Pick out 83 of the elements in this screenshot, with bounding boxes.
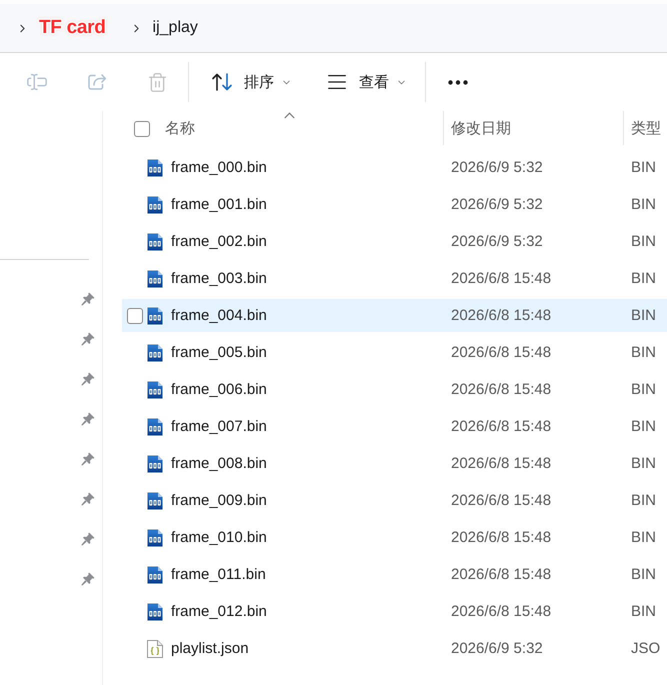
file-name: frame_005.bin [171,344,267,361]
file-type: BIN [630,159,656,176]
file-type: BIN [630,529,656,546]
file-row[interactable]: frame_009.bin 2026/6/8 15:48 BIN [122,484,667,517]
braces-document-icon [147,640,163,658]
file-name: frame_006.bin [171,381,267,398]
file-type: BIN [630,566,656,583]
view-button[interactable]: 查看 [315,62,418,102]
modified-date: 2026/6/8 15:48 [450,529,552,546]
modified-date: 2026/6/9 5:32 [450,159,544,176]
file-type: BIN [630,455,656,472]
file-row[interactable]: frame_005.bin 2026/6/8 15:48 BIN [122,336,667,369]
file-type: BIN [630,344,656,361]
document-icon [147,566,163,584]
file-name: frame_010.bin [171,529,267,546]
file-name: frame_008.bin [171,455,267,472]
file-type: BIN [630,233,656,250]
text-cursor-icon [26,71,48,93]
file-name: playlist.json [171,640,249,657]
document-icon [147,492,163,510]
file-type: BIN [630,196,656,213]
file-row[interactable]: frame_001.bin 2026/6/9 5:32 BIN [122,188,667,221]
modified-date: 2026/6/8 15:48 [450,492,552,509]
file-name: frame_007.bin [171,418,267,435]
ellipsis-icon [448,80,468,84]
file-row[interactable]: frame_000.bin 2026/6/9 5:32 BIN [122,151,667,184]
modified-date: 2026/6/8 15:48 [450,381,552,398]
document-icon [147,528,163,546]
modified-date: 2026/6/8 15:48 [450,270,552,287]
column-header[interactable]: 类型 [623,111,667,145]
modified-date: 2026/6/8 15:48 [450,418,552,435]
document-icon [147,454,163,472]
file-name: frame_000.bin [171,159,267,176]
file-name: frame_009.bin [171,492,267,509]
modified-date: 2026/6/8 15:48 [450,603,552,620]
file-name: frame_001.bin [171,196,267,213]
modified-date: 2026/6/8 15:48 [450,307,552,324]
file-type: BIN [630,307,656,324]
file-type: BIN [630,492,656,509]
select-all-checkbox[interactable] [134,120,150,136]
file-row[interactable]: playlist.json 2026/6/9 5:32 JSO [122,632,667,665]
document-icon [147,232,163,250]
modified-date: 2026/6/8 15:48 [450,344,552,361]
file-name: frame_003.bin [171,270,267,287]
file-type: BIN [630,270,656,287]
document-icon [147,306,163,324]
file-row[interactable]: frame_008.bin 2026/6/8 15:48 BIN [122,447,667,480]
modified-date: 2026/6/9 5:32 [450,196,544,213]
document-icon [147,270,163,288]
file-type: BIN [630,381,656,398]
file-type: JSO [630,640,660,657]
modified-date: 2026/6/8 15:48 [450,566,552,583]
file-type: BIN [630,603,656,620]
row-checkbox[interactable] [127,308,143,324]
document-icon [147,380,163,398]
modified-date: 2026/6/8 15:48 [450,455,552,472]
file-row[interactable]: frame_007.bin 2026/6/8 15:48 BIN [122,410,667,443]
file-name: frame_002.bin [171,233,267,250]
file-name: frame_012.bin [171,603,267,620]
breadcrumb-item[interactable]: ij_play [142,16,208,40]
document-icon [147,602,163,620]
modified-date: 2026/6/9 5:32 [450,640,544,657]
file-name: frame_004.bin [171,307,267,324]
file-type: BIN [630,418,656,435]
document-icon [147,418,163,436]
column-header[interactable]: 名称 [165,119,195,138]
file-row[interactable]: frame_004.bin 2026/6/8 15:48 BIN [122,299,667,332]
file-row[interactable]: frame_010.bin 2026/6/8 15:48 BIN [122,521,667,554]
file-name: frame_011.bin [171,566,266,583]
share-icon [86,72,108,92]
file-row[interactable]: frame_011.bin 2026/6/8 15:48 BIN [122,558,667,591]
column-header[interactable]: 修改日期 [443,111,623,145]
file-row[interactable]: frame_003.bin 2026/6/8 15:48 BIN [122,262,667,295]
document-icon [147,344,163,362]
document-icon [147,196,163,214]
file-row[interactable]: frame_006.bin 2026/6/8 15:48 BIN [122,373,667,406]
modified-date: 2026/6/9 5:32 [450,233,544,250]
file-row[interactable]: frame_002.bin 2026/6/9 5:32 BIN [122,225,667,258]
sort-arrows-icon [211,72,233,92]
document-icon [147,158,163,176]
trash-icon [146,72,168,92]
file-row[interactable]: frame_012.bin 2026/6/8 15:48 BIN [122,595,667,628]
sort-button[interactable]: 排序 [200,62,303,102]
